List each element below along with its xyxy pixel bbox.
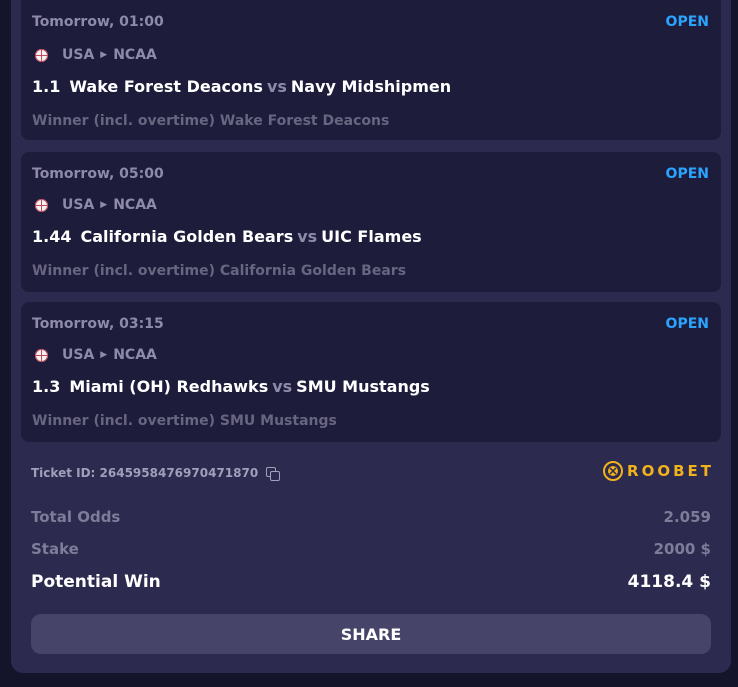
match-time: Tomorrow, 05:00 — [32, 166, 164, 182]
basketball-icon — [35, 198, 48, 212]
match-time: Tomorrow, 01:00 — [32, 14, 164, 30]
league-label: NCAA — [113, 197, 157, 213]
away-team: SMU Mustangs — [296, 377, 430, 396]
stake-value: 2000 $ — [653, 540, 711, 558]
potential-win-value: 4118.4 $ — [627, 572, 711, 592]
away-team: UIC Flames — [321, 227, 422, 246]
chevron-right-icon: ▶ — [100, 350, 108, 360]
selection-odds: 1.3 — [32, 377, 61, 396]
match-line: 1.1 Wake Forest Deacons vs Navy Midshipmen — [32, 77, 451, 96]
match-line: 1.44 California Golden Bears vs UIC Flames — [32, 227, 422, 246]
copy-icon[interactable] — [266, 466, 281, 481]
league-breadcrumb: USA ▶ NCAA — [35, 47, 157, 63]
match-time: Tomorrow, 03:15 — [32, 316, 164, 332]
league-breadcrumb: USA ▶ NCAA — [35, 347, 157, 363]
league-label: NCAA — [113, 347, 157, 363]
home-team: Wake Forest Deacons — [69, 77, 263, 96]
selection-odds: 1.1 — [32, 77, 61, 96]
potential-win-row: Potential Win 4118.4 $ — [31, 572, 711, 592]
stake-label: Stake — [31, 540, 79, 558]
home-team: Miami (OH) Redhawks — [69, 377, 269, 396]
basketball-icon — [35, 348, 48, 362]
brand-name: ROOBET — [627, 462, 714, 480]
ticket-id: Ticket ID: 2645958476970471870 — [31, 466, 281, 481]
total-odds-label: Total Odds — [31, 508, 121, 526]
status-badge: OPEN — [665, 316, 709, 332]
bet-card: Tomorrow, 05:00 OPEN USA ▶ NCAA 1.44 Cali… — [21, 152, 721, 292]
market-selection: Winner (incl. overtime) California Golde… — [32, 263, 407, 279]
away-team: Navy Midshipmen — [290, 77, 452, 96]
country-label: USA — [62, 47, 95, 63]
vs-label: vs — [266, 77, 287, 96]
basketball-icon — [35, 48, 48, 62]
chevron-right-icon: ▶ — [100, 200, 108, 210]
selection-odds: 1.44 — [32, 227, 72, 246]
roobet-logo-icon — [603, 461, 624, 481]
vs-label: vs — [272, 377, 293, 396]
bet-card: Tomorrow, 03:15 OPEN USA ▶ NCAA 1.3 Miami… — [21, 302, 721, 442]
ticket-id-label: Ticket ID: 2645958476970471870 — [31, 466, 259, 480]
stake-row: Stake 2000 $ — [31, 540, 711, 558]
total-odds-row: Total Odds 2.059 — [31, 508, 711, 526]
brand-logo: ROOBET — [603, 461, 714, 481]
country-label: USA — [62, 197, 95, 213]
league-label: NCAA — [113, 47, 157, 63]
bet-card: Tomorrow, 01:00 OPEN USA ▶ NCAA 1.1 Wake … — [21, 0, 721, 140]
league-breadcrumb: USA ▶ NCAA — [35, 197, 157, 213]
total-odds-value: 2.059 — [663, 508, 711, 526]
potential-win-label: Potential Win — [31, 572, 161, 592]
market-selection: Winner (incl. overtime) SMU Mustangs — [32, 413, 337, 429]
country-label: USA — [62, 347, 95, 363]
status-badge: OPEN — [665, 166, 709, 182]
match-line: 1.3 Miami (OH) Redhawks vs SMU Mustangs — [32, 377, 430, 396]
market-selection: Winner (incl. overtime) Wake Forest Deac… — [32, 113, 390, 129]
chevron-right-icon: ▶ — [100, 50, 108, 60]
share-button[interactable]: SHARE — [31, 614, 711, 654]
vs-label: vs — [297, 227, 318, 246]
home-team: California Golden Bears — [80, 227, 294, 246]
status-badge: OPEN — [665, 14, 709, 30]
